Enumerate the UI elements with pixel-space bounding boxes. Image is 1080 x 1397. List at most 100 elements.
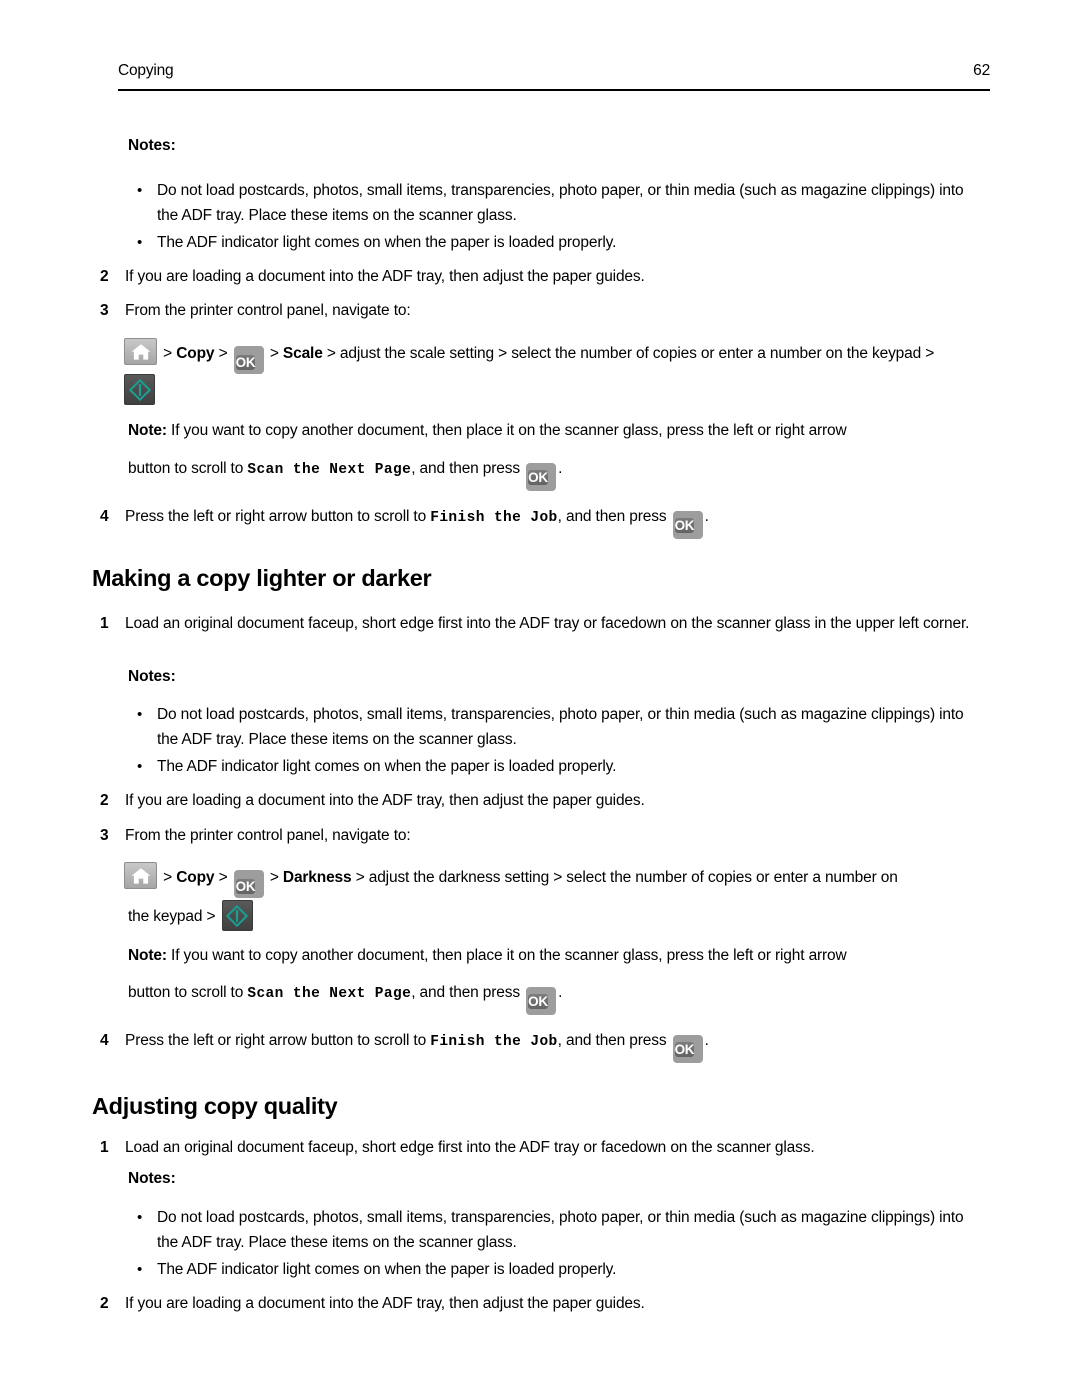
- ok-button[interactable]: OK: [526, 463, 557, 491]
- step-number: 1: [100, 1139, 109, 1156]
- nav-separator: >: [163, 345, 173, 362]
- sentence-end: .: [704, 1032, 709, 1049]
- heading-making-copy-lighter-darker: Making a copy lighter or darker: [92, 565, 432, 591]
- step-text-post: , and then press: [557, 508, 667, 525]
- note-paragraph-2: Note: If you want to copy another docume…: [128, 943, 988, 968]
- step-item: 4 Press the left or right arrow button t…: [100, 1028, 1005, 1063]
- nav-separator: >: [163, 869, 173, 886]
- list-item: • Do not load postcards, photos, small i…: [137, 702, 987, 752]
- step-text-post: , and then press: [557, 1032, 667, 1049]
- running-header: Copying 62: [118, 62, 990, 80]
- note-text: If you want to copy another document, th…: [171, 947, 847, 964]
- note-text: The ADF indicator light comes on when th…: [157, 1261, 617, 1278]
- note-text: Do not load postcards, photos, small ite…: [157, 706, 964, 748]
- ok-button-label: OK: [235, 879, 256, 894]
- note-text-post: , and then press: [411, 460, 520, 477]
- header-divider: [118, 89, 990, 92]
- ok-button[interactable]: OK: [233, 870, 264, 898]
- start-icon[interactable]: [124, 374, 155, 405]
- document-page: Copying 62 Notes: • Do not load postcard…: [0, 0, 1080, 1397]
- step-item: 4 Press the left or right arrow button t…: [100, 504, 1005, 539]
- step-item: 1 Load an original document faceup, shor…: [100, 1135, 990, 1160]
- step-number: 4: [100, 508, 109, 525]
- ui-string-scan-next-page: Scan the Next Page: [247, 986, 412, 1002]
- ok-button-label: OK: [674, 1042, 695, 1057]
- step-item: 2 If you are loading a document into the…: [100, 788, 985, 813]
- step-number: 4: [100, 1032, 109, 1049]
- ui-string-finish-the-job: Finish the Job: [430, 1034, 558, 1050]
- ok-button-label: OK: [528, 994, 548, 1009]
- step-text-pre: Press the left or right arrow button to …: [125, 508, 427, 525]
- step-number: 1: [100, 615, 109, 632]
- ok-button-label: OK: [235, 355, 256, 370]
- nav-item-setting[interactable]: Darkness: [283, 869, 352, 886]
- ui-string-scan-next-page: Scan the Next Page: [247, 462, 412, 478]
- notes-label-3: Notes:: [128, 1170, 176, 1187]
- ok-button[interactable]: OK: [526, 987, 557, 1015]
- list-item: • The ADF indicator light comes on when …: [137, 754, 987, 779]
- navigation-path-2: > Copy > OK > Darkness > adjust the dark…: [122, 862, 898, 898]
- nav-item-copy[interactable]: Copy: [176, 869, 214, 886]
- bullet-dot-icon: •: [137, 182, 143, 199]
- nav-item-copy[interactable]: Copy: [176, 345, 214, 362]
- nav-item-setting[interactable]: Scale: [283, 345, 323, 362]
- ok-button-label: OK: [674, 518, 695, 533]
- step-text: If you are loading a document into the A…: [125, 1295, 645, 1312]
- list-item: • The ADF indicator light comes on when …: [137, 230, 987, 255]
- step-text: Load an original document faceup, short …: [125, 1139, 815, 1156]
- sentence-end: .: [558, 984, 563, 1001]
- step-text-pre: Press the left or right arrow button to …: [125, 1032, 427, 1049]
- step-item: 2 If you are loading a document into the…: [100, 264, 985, 289]
- ok-button[interactable]: OK: [672, 511, 703, 539]
- step-item: 3 From the printer control panel, naviga…: [100, 823, 985, 848]
- list-item: • The ADF indicator light comes on when …: [137, 1257, 987, 1282]
- note-text: If you want to copy another document, th…: [171, 422, 847, 439]
- note-text: The ADF indicator light comes on when th…: [157, 234, 617, 251]
- ok-button[interactable]: OK: [672, 1035, 703, 1063]
- note-paragraph-2-line2: button to scroll to Scan the Next Page, …: [128, 980, 988, 1015]
- ok-button-label: OK: [528, 470, 548, 485]
- nav-tail-text: > adjust the scale setting > select the …: [326, 345, 935, 362]
- sentence-end: .: [558, 460, 563, 477]
- home-icon[interactable]: [124, 338, 157, 365]
- bullet-dot-icon: •: [137, 1261, 143, 1278]
- bullet-dot-icon: •: [137, 234, 143, 251]
- nav-separator: >: [269, 345, 279, 362]
- note-label: Note:: [128, 947, 167, 964]
- note-paragraph-1-line2: button to scroll to Scan the Next Page, …: [128, 456, 988, 491]
- navigation-path-1: > Copy > OK > Scale > adjust the scale s…: [122, 338, 934, 374]
- note-text-post: , and then press: [411, 984, 520, 1001]
- step-item: 3 From the printer control panel, naviga…: [100, 298, 985, 323]
- step-item: 1 Load an original document faceup, shor…: [100, 611, 990, 636]
- step-text: Load an original document faceup, short …: [125, 615, 970, 632]
- note-text: Do not load postcards, photos, small ite…: [157, 182, 964, 224]
- step-text: If you are loading a document into the A…: [125, 792, 645, 809]
- bullet-dot-icon: •: [137, 758, 143, 775]
- ui-string-finish-the-job: Finish the Job: [430, 510, 558, 526]
- nav-separator: >: [218, 345, 228, 362]
- step-number: 2: [100, 268, 109, 285]
- list-item: • Do not load postcards, photos, small i…: [137, 1205, 987, 1255]
- list-item: • Do not load postcards, photos, small i…: [137, 178, 987, 228]
- step-text: From the printer control panel, navigate…: [125, 827, 411, 844]
- header-section-title: Copying: [118, 62, 174, 79]
- step-text: If you are loading a document into the A…: [125, 268, 645, 285]
- note-label: Note:: [128, 422, 167, 439]
- ok-button[interactable]: OK: [233, 346, 264, 374]
- notes-label-1: Notes:: [128, 137, 176, 154]
- nav-tail-text: > adjust the darkness setting > select t…: [355, 869, 898, 886]
- nav-tail-text-line2: the keypad >: [128, 908, 216, 925]
- nav-separator: >: [269, 869, 279, 886]
- navigation-path-1-line2: [122, 374, 157, 406]
- start-icon[interactable]: [221, 900, 253, 931]
- sentence-end: .: [704, 508, 709, 525]
- home-icon[interactable]: [124, 862, 157, 889]
- bullet-dot-icon: •: [137, 1209, 143, 1226]
- heading-adjusting-copy-quality: Adjusting copy quality: [92, 1093, 338, 1119]
- step-number: 2: [100, 1295, 109, 1312]
- note-text-pre: button to scroll to: [128, 984, 244, 1001]
- step-number: 3: [100, 827, 109, 844]
- step-text: From the printer control panel, navigate…: [125, 302, 411, 319]
- page-number: 62: [973, 62, 990, 79]
- step-item: 2 If you are loading a document into the…: [100, 1291, 985, 1316]
